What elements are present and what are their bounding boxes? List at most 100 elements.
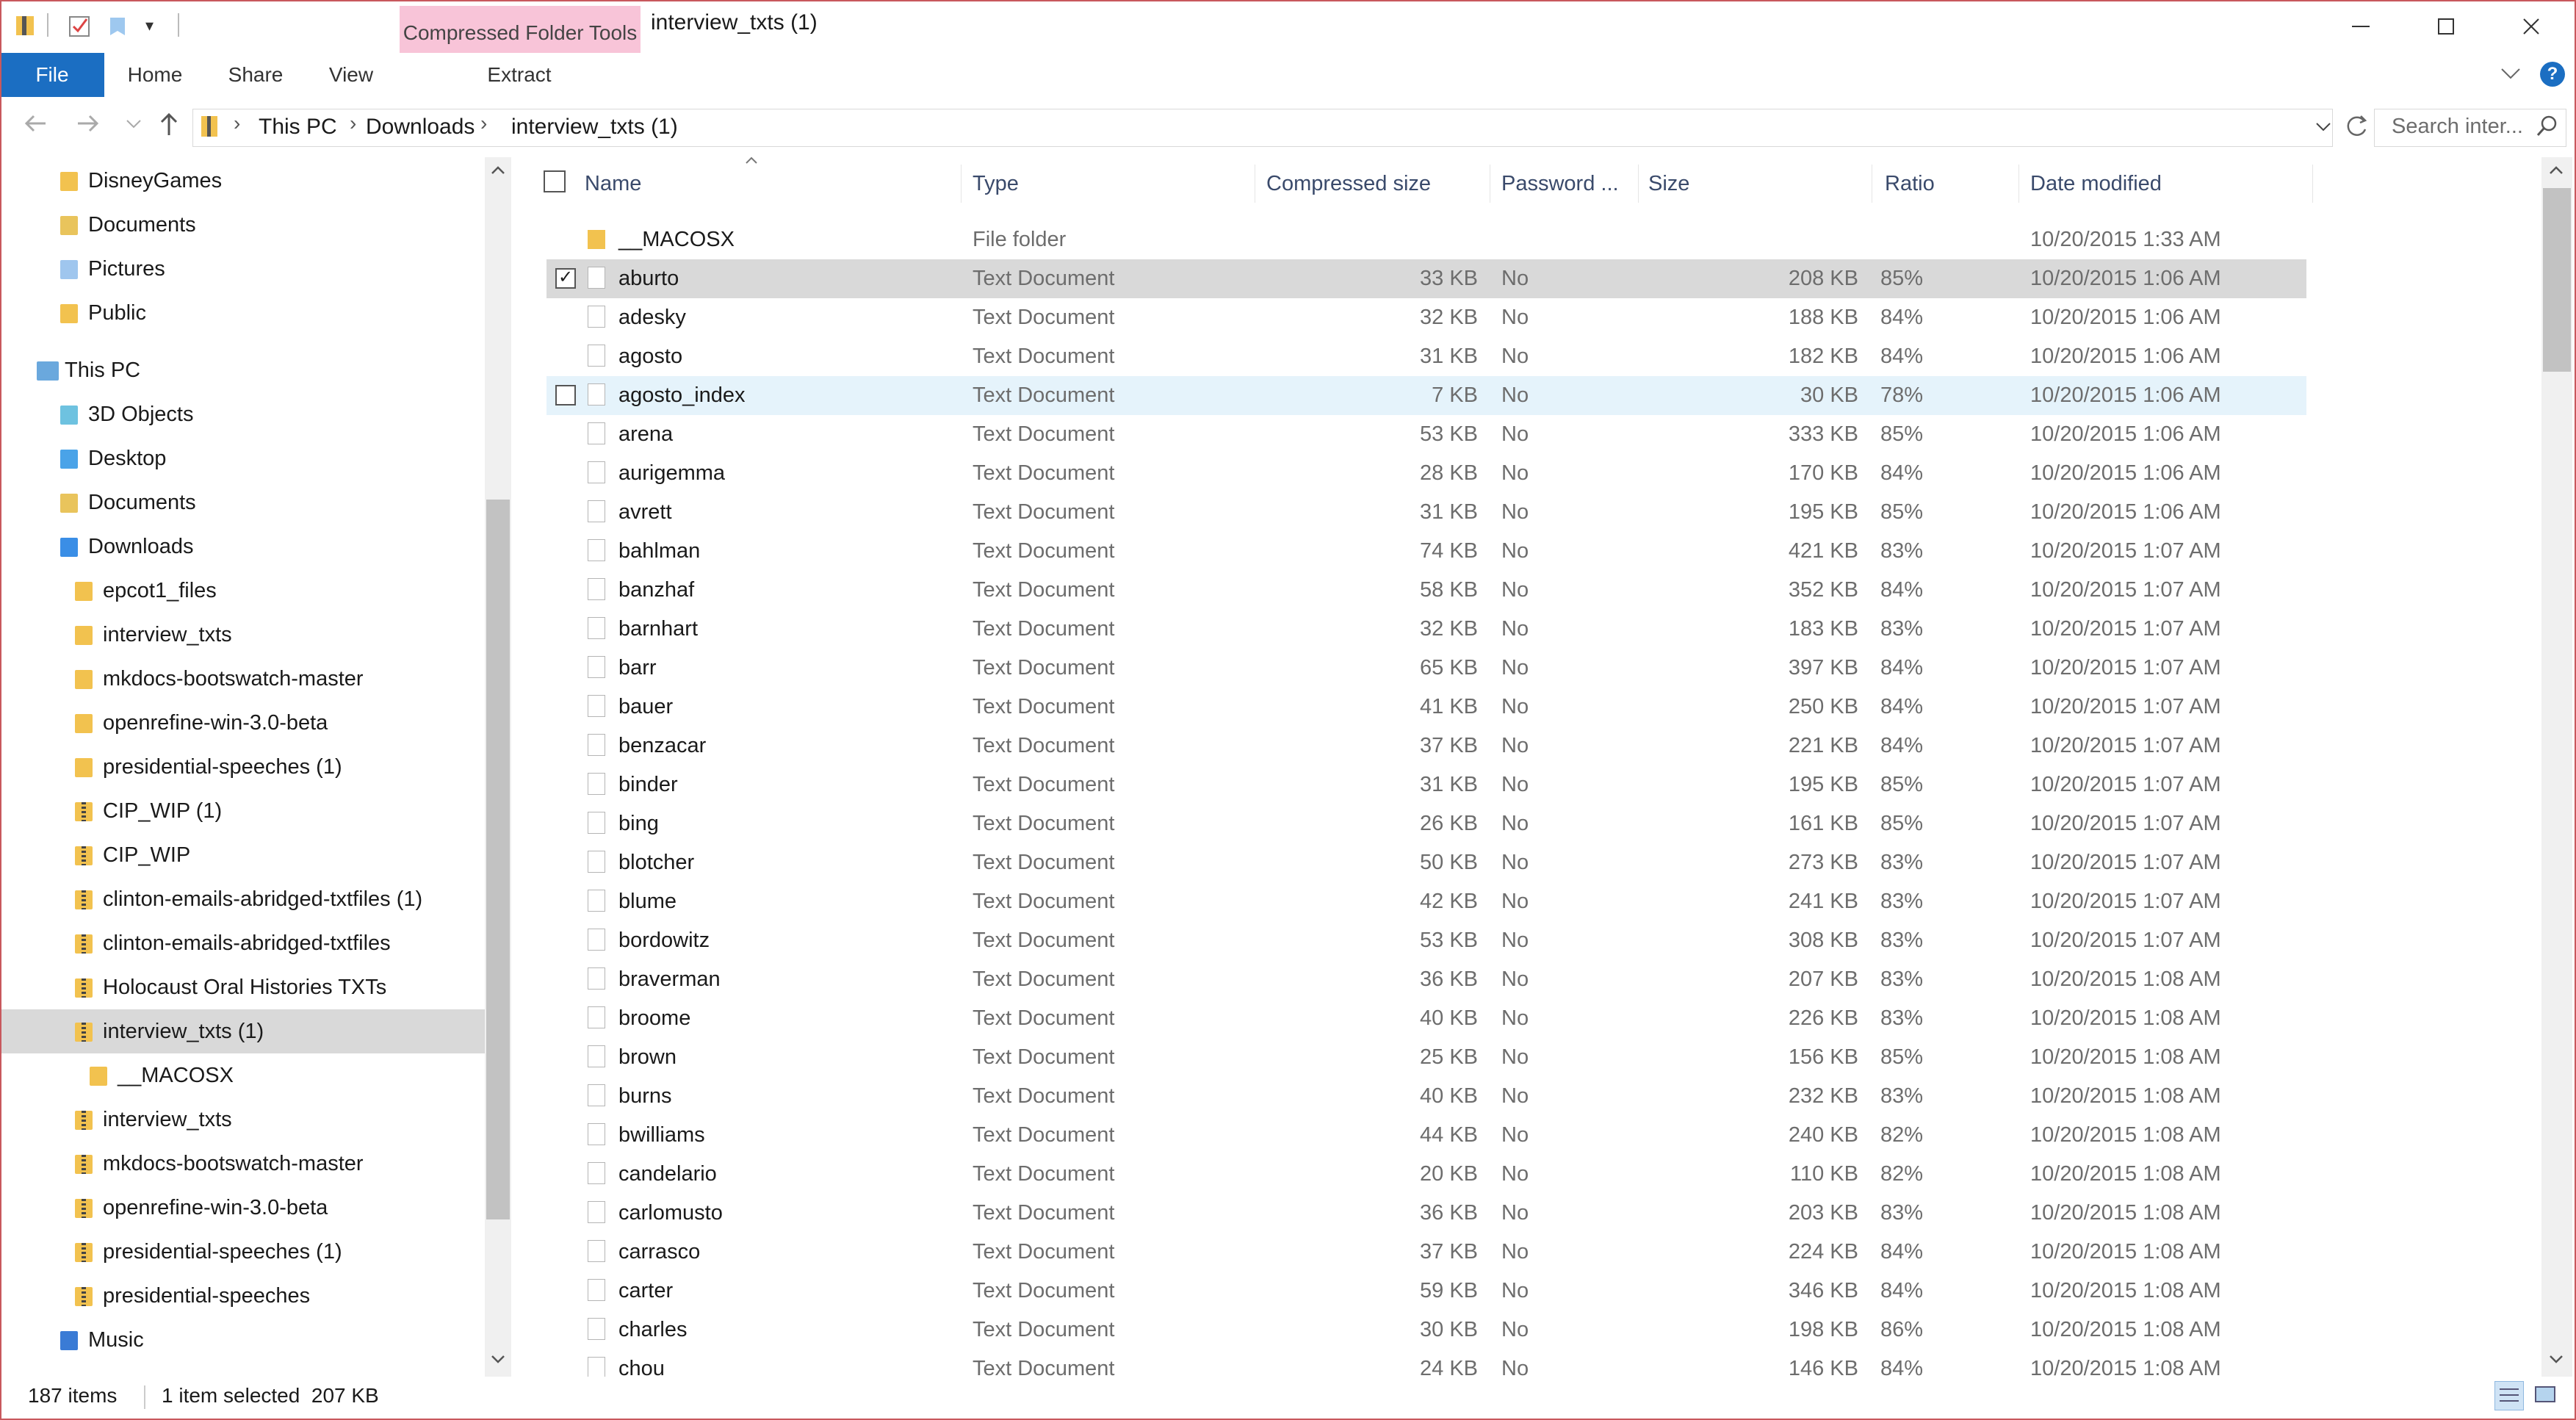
breadcrumb-current[interactable]: interview_txts (1) — [511, 115, 678, 140]
up-icon[interactable] — [151, 109, 187, 144]
scroll-down-icon[interactable] — [488, 1349, 508, 1369]
tab-extract[interactable]: Extract — [448, 53, 591, 97]
tab-view[interactable]: View — [314, 53, 388, 97]
file-row[interactable]: arena Text Document 53 KB No 333 KB 85% 10/20/… — [546, 415, 2306, 454]
file-row[interactable]: bauer Text Document 41 KB No 250 KB 84% 10/20/… — [546, 688, 2306, 727]
select-all-checkbox[interactable] — [544, 170, 566, 192]
compression-ratio: 84% — [1880, 461, 1924, 485]
file-row[interactable]: blume Text Document 42 KB No 241 KB 83% 10/20/… — [546, 882, 2306, 921]
column-compressed-size[interactable]: Compressed size — [1266, 157, 1431, 210]
properties-icon[interactable] — [68, 13, 93, 38]
search-icon[interactable] — [2534, 113, 2561, 140]
file-row[interactable]: avrett Text Document 31 KB No 195 KB 85% 10/20… — [546, 493, 2306, 532]
separator — [178, 13, 179, 37]
file-row[interactable]: burns Text Document 40 KB No 232 KB 83% 10/20/… — [546, 1077, 2306, 1116]
scroll-down-icon[interactable] — [2546, 1349, 2566, 1369]
compression-ratio: 84% — [1880, 734, 1924, 757]
selection-info: 1 item selected 207 KB — [162, 1384, 379, 1407]
minimize-button[interactable] — [2318, 0, 2403, 53]
compression-ratio: 83% — [1880, 851, 1924, 874]
column-divider[interactable] — [961, 165, 962, 203]
new-folder-icon[interactable] — [107, 13, 132, 38]
tab-home[interactable]: Home — [118, 53, 192, 97]
folder-icon — [75, 670, 93, 689]
file-row[interactable]: binder Text Document 31 KB No 195 KB 85% 10/20… — [546, 765, 2306, 804]
recent-locations-icon[interactable] — [116, 109, 151, 144]
file-row[interactable]: barnhart Text Document 32 KB No 183 KB 83% 10/… — [546, 610, 2306, 649]
tab-file[interactable]: File — [0, 53, 104, 97]
file-row[interactable]: carrasco Text Document 37 KB No 224 KB 84% 10/… — [546, 1233, 2306, 1272]
date-modified: 10/20/2015 1:33 AM — [2030, 228, 2221, 251]
nav-scrollbar-thumb[interactable] — [486, 500, 510, 1219]
expand-ribbon-icon[interactable] — [2497, 60, 2527, 90]
column-divider[interactable] — [2312, 165, 2313, 203]
file-size: 224 KB — [1788, 1240, 1858, 1264]
column-ratio[interactable]: Ratio — [1885, 157, 1935, 210]
forward-icon[interactable] — [71, 109, 106, 144]
file-row[interactable]: bordowitz Text Document 53 KB No 308 KB 83% 10… — [546, 921, 2306, 960]
date-modified: 10/20/2015 1:08 AM — [2030, 1201, 2221, 1225]
folder-icon — [75, 714, 93, 733]
help-icon[interactable]: ? — [2540, 62, 2565, 87]
zip-folder-icon — [13, 13, 38, 38]
maximize-button[interactable] — [2403, 0, 2489, 53]
customize-qat-icon[interactable]: ▾ — [145, 16, 163, 35]
date-modified: 10/20/2015 1:06 AM — [2030, 345, 2221, 368]
nav-item-label: mkdocs-bootswatch-master — [103, 1152, 364, 1175]
back-icon[interactable] — [18, 109, 53, 144]
file-row[interactable]: benzacar Text Document 37 KB No 221 KB 84% 10/… — [546, 727, 2306, 765]
date-modified: 10/20/2015 1:07 AM — [2030, 890, 2221, 913]
file-row[interactable]: adesky Text Document 32 KB No 188 KB 84% 10/20… — [546, 298, 2306, 337]
column-size[interactable]: Size — [1648, 157, 1689, 210]
compression-ratio: 85% — [1880, 1045, 1924, 1069]
date-modified: 10/20/2015 1:07 AM — [2030, 851, 2221, 874]
file-row[interactable]: bahlman Text Document 74 KB No 421 KB 83% 10/2… — [546, 532, 2306, 571]
date-modified: 10/20/2015 1:06 AM — [2030, 461, 2221, 485]
column-type[interactable]: Type — [973, 157, 1019, 210]
file-size: 156 KB — [1788, 1045, 1858, 1069]
3d-objects-icon — [60, 406, 78, 425]
column-password[interactable]: Password ... — [1501, 157, 1619, 210]
file-row[interactable]: agosto Text Document 31 KB No 182 KB 84% 10/20… — [546, 337, 2306, 376]
file-row[interactable]: banzhaf Text Document 58 KB No 352 KB 84% 10/2… — [546, 571, 2306, 610]
file-row[interactable]: carter Text Document 59 KB No 346 KB 84% 10/20… — [546, 1272, 2306, 1311]
breadcrumb-this-pc[interactable]: This PC — [259, 115, 337, 140]
file-row[interactable]: carlomusto Text Document 36 KB No 203 KB 83% 1… — [546, 1194, 2306, 1233]
list-scrollbar-thumb[interactable] — [2543, 188, 2571, 372]
file-size: 232 KB — [1788, 1084, 1858, 1108]
file-row[interactable]: blotcher Text Document 50 KB No 273 KB 83% 10/… — [546, 843, 2306, 882]
nav-item-label: 3D Objects — [88, 403, 194, 426]
file-row[interactable]: brown Text Document 25 KB No 156 KB 85% 10/20/… — [546, 1038, 2306, 1077]
file-row[interactable]: candelario Text Document 20 KB No 110 KB 82% 1… — [546, 1155, 2306, 1194]
file-size: 240 KB — [1788, 1123, 1858, 1147]
file-row[interactable]: ✓ aburto Text Document 33 KB No 208 KB 85% 10/2… — [546, 259, 2306, 298]
scroll-up-icon[interactable] — [2546, 160, 2566, 181]
file-row[interactable]: aurigemma Text Document 28 KB No 170 KB 84% 10… — [546, 454, 2306, 493]
maximize-icon — [2438, 18, 2454, 35]
file-row[interactable]: barr Text Document 65 KB No 397 KB 84% 10/20/2… — [546, 649, 2306, 688]
file-row[interactable]: charles Text Document 30 KB No 198 KB 86% 10/2… — [546, 1311, 2306, 1349]
file-row[interactable]: braverman Text Document 36 KB No 207 KB 83% 10… — [546, 960, 2306, 999]
file-row[interactable]: broome Text Document 40 KB No 226 KB 83% 10/20… — [546, 999, 2306, 1038]
refresh-icon[interactable] — [2343, 112, 2371, 141]
close-button[interactable] — [2489, 0, 2574, 53]
file-row[interactable]: bing Text Document 26 KB No 161 KB 85% 10/20/2… — [546, 804, 2306, 843]
large-icons-view-icon[interactable] — [2531, 1381, 2561, 1410]
file-row[interactable]: __MACOSX File folder 10/20/2015 1:33 AM — [546, 220, 2306, 259]
column-date-modified[interactable]: Date modified — [2030, 157, 2162, 210]
column-divider[interactable] — [2018, 165, 2019, 203]
file-size: 195 KB — [1788, 773, 1858, 796]
breadcrumb-downloads[interactable]: Downloads — [366, 115, 475, 140]
file-row[interactable]: agosto_index Text Document 7 KB No 30 KB 78% 1… — [546, 376, 2306, 415]
zip-folder-icon — [75, 802, 93, 821]
compression-ratio: 83% — [1880, 1201, 1924, 1225]
minimize-icon — [2352, 26, 2370, 27]
compression-ratio: 84% — [1880, 695, 1924, 718]
column-divider[interactable] — [1638, 165, 1639, 203]
column-name[interactable]: Name — [585, 157, 641, 210]
tab-share[interactable]: Share — [219, 53, 292, 97]
scroll-up-icon[interactable] — [488, 160, 508, 181]
address-dropdown-icon[interactable] — [2312, 113, 2334, 140]
details-view-icon[interactable] — [2494, 1381, 2524, 1410]
file-row[interactable]: bwilliams Text Document 44 KB No 240 KB 82% 10… — [546, 1116, 2306, 1155]
